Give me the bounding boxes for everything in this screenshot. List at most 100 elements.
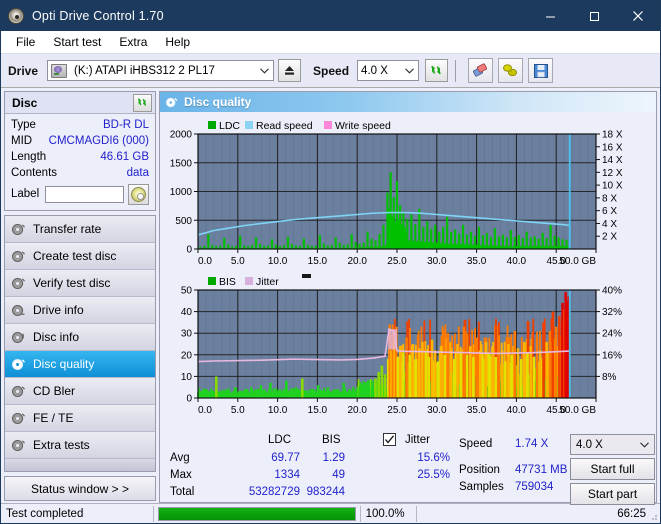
drive-label: Drive bbox=[8, 64, 38, 78]
progress-bar bbox=[158, 507, 356, 521]
col-header-bis: BIS bbox=[322, 434, 341, 446]
disc-row-length: Length 46.61 GB bbox=[11, 149, 149, 165]
disc-icon bbox=[11, 411, 26, 426]
drive-toolbar: Drive (K:) ATAPI iHBS312 2 PL17 Speed 4.… bbox=[1, 54, 660, 88]
svg-text:25.0: 25.0 bbox=[387, 405, 407, 416]
application-window: Opti Drive Control 1.70 File Start test … bbox=[0, 0, 661, 524]
refresh-speed-button[interactable] bbox=[425, 59, 448, 82]
disc-icon bbox=[11, 249, 26, 264]
position-label: Position bbox=[459, 464, 500, 476]
status-window-button[interactable]: Status window > > bbox=[4, 476, 156, 501]
sidebar-item-create-test-disc[interactable]: Create test disc bbox=[5, 243, 155, 270]
jitter-checkbox[interactable] bbox=[383, 433, 396, 446]
eject-button[interactable] bbox=[278, 59, 301, 82]
sidebar-item-transfer-rate[interactable]: Transfer rate bbox=[5, 216, 155, 243]
sidebar-nav: Transfer rate Create test disc Verify te… bbox=[4, 215, 156, 472]
menu-start-test[interactable]: Start test bbox=[44, 32, 110, 52]
close-button[interactable] bbox=[616, 1, 660, 31]
svg-text:20.0: 20.0 bbox=[347, 405, 367, 416]
menu-help[interactable]: Help bbox=[156, 32, 199, 52]
svg-text:10: 10 bbox=[181, 372, 193, 383]
sidebar: Disc Type BD-R DL MID CMCMAGDI6 (000) Le… bbox=[4, 91, 156, 503]
svg-text:30.0: 30.0 bbox=[427, 405, 447, 416]
disc-panel: Disc Type BD-R DL MID CMCMAGDI6 (000) Le… bbox=[4, 91, 156, 211]
resize-grip-icon bbox=[648, 511, 658, 521]
disc-row-type-value: BD-R DL bbox=[103, 119, 149, 131]
svg-text:0: 0 bbox=[186, 394, 192, 405]
svg-text:16%: 16% bbox=[602, 350, 622, 361]
app-disc-icon bbox=[8, 8, 24, 24]
disc-row-mid-key: MID bbox=[11, 135, 32, 147]
disc-label-key: Label bbox=[11, 188, 39, 200]
progress-fill bbox=[159, 508, 355, 520]
sidebar-item-fe-te[interactable]: FE / TE bbox=[5, 405, 155, 432]
svg-text:50.0 GB: 50.0 GB bbox=[559, 256, 596, 267]
disc-row-length-key: Length bbox=[11, 151, 46, 163]
sidebar-item-cd-bler[interactable]: CD Bler bbox=[5, 378, 155, 405]
svg-text:Jitter: Jitter bbox=[256, 276, 279, 288]
samples-value: 759034 bbox=[515, 481, 553, 493]
sidebar-item-disc-info[interactable]: Disc info bbox=[5, 324, 155, 351]
save-button[interactable] bbox=[528, 58, 553, 83]
disc-panel-header: Disc bbox=[5, 92, 155, 114]
disc-icon bbox=[11, 222, 26, 237]
svg-text:Read speed: Read speed bbox=[256, 120, 313, 132]
svg-text:8 X: 8 X bbox=[602, 193, 617, 204]
menu-extra[interactable]: Extra bbox=[110, 32, 156, 52]
position-value: 47731 MB bbox=[515, 464, 567, 476]
elapsed-time: 66:25 bbox=[417, 504, 660, 524]
status-message: Test completed bbox=[1, 504, 153, 524]
sidebar-item-label: Verify test disc bbox=[33, 276, 110, 290]
status-divider bbox=[153, 506, 154, 522]
disc-label-input[interactable] bbox=[45, 186, 124, 203]
sidebar-item-extra-tests[interactable]: Extra tests bbox=[5, 432, 155, 459]
disc-quality-icon bbox=[11, 357, 26, 372]
samples-label: Samples bbox=[459, 481, 504, 493]
svg-text:500: 500 bbox=[175, 216, 192, 227]
menu-file[interactable]: File bbox=[7, 32, 44, 52]
chevron-down-icon bbox=[401, 61, 418, 80]
drive-select[interactable]: (K:) ATAPI iHBS312 2 PL17 bbox=[47, 60, 274, 81]
disc-label-button[interactable] bbox=[128, 184, 149, 205]
start-part-button[interactable]: Start part bbox=[570, 483, 655, 505]
row-header-max: Max bbox=[170, 469, 192, 481]
row-header-total: Total bbox=[170, 486, 194, 498]
speed-result-value: 1.74 X bbox=[515, 438, 548, 450]
svg-text:35.0: 35.0 bbox=[467, 405, 487, 416]
svg-text:1000: 1000 bbox=[170, 187, 193, 198]
svg-text:40: 40 bbox=[181, 307, 193, 318]
sidebar-item-drive-info[interactable]: Drive info bbox=[5, 297, 155, 324]
disc-icon bbox=[11, 438, 26, 453]
sidebar-item-label: Create test disc bbox=[33, 249, 116, 263]
test-speed-select[interactable]: 4.0 X bbox=[570, 434, 655, 455]
svg-text:35.0: 35.0 bbox=[467, 256, 487, 267]
sidebar-item-verify-test-disc[interactable]: Verify test disc bbox=[5, 270, 155, 297]
sidebar-item-disc-quality[interactable]: Disc quality bbox=[5, 351, 155, 378]
minimize-button[interactable] bbox=[528, 1, 572, 31]
svg-text:40.0: 40.0 bbox=[507, 256, 527, 267]
disc-icon bbox=[11, 276, 26, 291]
start-full-button[interactable]: Start full bbox=[570, 458, 655, 480]
disc-refresh-button[interactable] bbox=[133, 94, 152, 112]
svg-text:BIS: BIS bbox=[219, 276, 236, 288]
svg-text:40%: 40% bbox=[602, 286, 622, 297]
status-bar: Test completed 100.0% 66:25 bbox=[1, 503, 660, 523]
svg-text:20: 20 bbox=[181, 350, 193, 361]
menu-bar: File Start test Extra Help bbox=[1, 31, 660, 54]
disc-label-row: Label bbox=[11, 183, 149, 205]
main-body: Disc Type BD-R DL MID CMCMAGDI6 (000) Le… bbox=[1, 88, 660, 503]
bis-total-value: 983244 bbox=[275, 486, 345, 498]
chevron-down-icon bbox=[640, 439, 649, 451]
disc-row-mid-value: CMCMAGDI6 (000) bbox=[49, 135, 149, 147]
svg-text:5.0: 5.0 bbox=[231, 405, 245, 416]
plug-button[interactable] bbox=[498, 58, 523, 83]
drive-icon bbox=[51, 64, 67, 78]
maximize-button[interactable] bbox=[572, 1, 616, 31]
disc-row-type: Type BD-R DL bbox=[11, 117, 149, 133]
speed-select[interactable]: 4.0 X bbox=[357, 60, 419, 81]
col-header-jitter: Jitter bbox=[405, 434, 430, 446]
bis-max-value: 49 bbox=[285, 469, 345, 481]
erase-button[interactable] bbox=[468, 58, 493, 83]
statistics-table: LDC BIS Avg Max Total 69.77 1334 5328272… bbox=[160, 432, 455, 502]
test-speed-value: 4.0 X bbox=[576, 439, 603, 451]
